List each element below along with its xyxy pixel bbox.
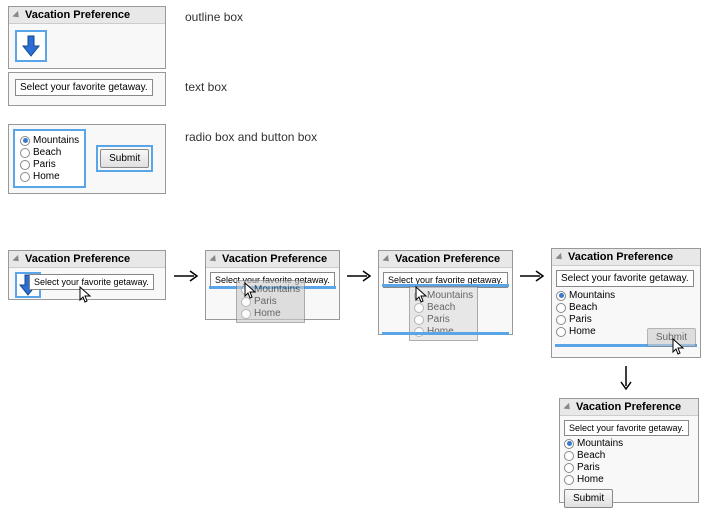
radio-icon xyxy=(20,136,30,146)
radio-icon xyxy=(20,160,30,170)
outline-label: outline box xyxy=(185,10,243,24)
radio-label: radio box and button box xyxy=(185,130,317,144)
radio-ghost: Mountains Paris Home xyxy=(236,280,305,323)
radio-button-panel: Mountains Beach Paris Home Submit xyxy=(8,124,166,194)
submit-button[interactable]: Submit xyxy=(564,489,613,508)
flow-arrow-down-icon xyxy=(618,364,634,394)
radio-option[interactable]: Mountains xyxy=(20,135,79,146)
flow-step-5: Vacation Preference Select your favorite… xyxy=(559,398,699,503)
text-box-panel: Select your favorite getaway. xyxy=(8,72,166,106)
submit-ghost: Submit xyxy=(647,328,696,347)
text-label: text box xyxy=(185,80,227,94)
radio-option[interactable]: Beach xyxy=(564,450,694,461)
collapse-icon xyxy=(12,10,21,19)
insert-arrow-icon xyxy=(15,30,47,62)
outline-box-panel: Vacation Preference xyxy=(8,6,166,69)
radio-option[interactable]: Mountains xyxy=(564,438,694,449)
radio-icon xyxy=(20,148,30,158)
radio-option[interactable]: Home xyxy=(564,474,694,485)
flow-step-2: Vacation Preference Select your favorite… xyxy=(205,250,340,320)
submit-button[interactable]: Submit xyxy=(100,149,149,168)
flow-arrow-icon xyxy=(518,268,548,284)
flow-arrow-icon xyxy=(172,268,202,284)
flow-arrow-icon xyxy=(345,268,375,284)
flow-step-4: Vacation Preference Select your favorite… xyxy=(551,248,701,358)
panel-title: Vacation Preference xyxy=(25,9,130,21)
submit-button-outlined: Submit xyxy=(96,145,153,172)
radio-option[interactable]: Paris xyxy=(20,159,79,170)
flow-step-1: Vacation Preference Select your favorite… xyxy=(8,250,166,300)
radio-option[interactable]: Home xyxy=(20,171,79,182)
radio-icon xyxy=(20,172,30,182)
radio-group: Mountains Beach Paris Home xyxy=(13,129,86,188)
radio-option[interactable]: Beach xyxy=(20,147,79,158)
radio-option[interactable]: Paris xyxy=(564,462,694,473)
flow-step-3: Vacation Preference Select your favorite… xyxy=(378,250,513,335)
prompt-text: Select your favorite getaway. xyxy=(15,79,153,96)
titlebar: Vacation Preference xyxy=(9,7,165,24)
